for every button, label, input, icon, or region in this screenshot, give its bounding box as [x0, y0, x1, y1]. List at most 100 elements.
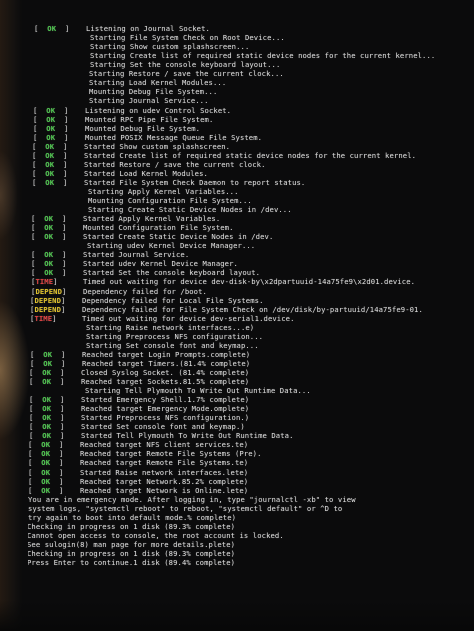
console-line: Starting udev Kernel Device Manager... [31, 241, 255, 250]
status-tag: OK [42, 395, 52, 405]
status-tag: TIME [35, 277, 54, 287]
console-line: [ OK ] Reached target Sockets.81.5% comp… [29, 377, 249, 386]
status-tag: DEPEND [34, 304, 62, 314]
status-badge: [ OK ] [28, 449, 68, 459]
status-tag: OK [44, 232, 54, 242]
console-line: [ OK ] Started Tell Plymouth To Write Ou… [29, 431, 294, 440]
status-badge: [ OK ] [30, 358, 70, 368]
console-line: [ OK ] Started Preprocess NFS configurat… [29, 413, 249, 422]
status-badge: [ OK ] [31, 259, 71, 269]
console-message: Started Apply Kernel Variables. [83, 214, 221, 224]
status-tag: OK [42, 404, 52, 414]
status-badge: [ OK ] [28, 440, 68, 450]
console-message: Reached target Login Prompts.complete) [82, 349, 251, 359]
console-line: [ OK ] Reached target Remote File System… [28, 449, 262, 458]
status-tag: TIME [34, 313, 53, 323]
console-message: Mounted Configuration File System. [83, 223, 234, 233]
console-line: Starting Journal Service... [33, 96, 209, 105]
console-line: [ OK ] Mounted Configuration File System… [31, 223, 234, 232]
console-line: [ OK ] Reached target NFS client service… [28, 440, 248, 449]
console-line: Starting Tell Plymouth To Write Out Runt… [29, 386, 311, 395]
console-line: Starting Apply Kernel Variables... [32, 187, 239, 196]
console-message: Mounted RPC Pipe File System. [85, 114, 214, 124]
status-tag: OK [46, 105, 56, 115]
console-message: Started Journal Service. [83, 250, 190, 260]
console-message: Reached target Emergency Mode.omplete) [81, 404, 250, 414]
status-tag: OK [44, 268, 54, 278]
console-message: Reached target NFS client services.te) [80, 440, 249, 450]
console-line: [ OK ] Started udev Kernel Device Manage… [31, 259, 238, 268]
console-line: [DEPEND] Dependency failed for File Syst… [30, 305, 423, 314]
console-line: Mounting Configuration File System... [32, 196, 252, 205]
status-tag: OK [42, 367, 52, 377]
console-message: Starting Restore / save the current cloc… [89, 69, 284, 79]
status-tag: OK [44, 250, 54, 260]
status-tag: OK [43, 358, 53, 368]
console-line: Starting Restore / save the current cloc… [33, 69, 284, 78]
console-line: [ OK ] Reached target Network.85.2% comp… [28, 477, 248, 486]
console-line: [DEPEND] Dependency failed for Local Fil… [30, 296, 264, 305]
console-message: Started Create Static Device Nodes in /d… [83, 232, 274, 242]
console-line: [TIME] Timed out waiting for device dev-… [31, 277, 415, 286]
status-tag: OK [45, 150, 55, 160]
console-message: Starting Journal Service... [89, 96, 209, 106]
console-line: Starting Raise network interfaces...e) [30, 323, 254, 332]
console-message: Checking in progress on 1 disk (89.3% co… [28, 548, 236, 558]
console-line: try again to boot into default mode.% co… [28, 513, 236, 522]
status-tag: OK [41, 485, 51, 495]
status-badge: [DEPEND] [30, 295, 70, 305]
screen-bottom-shade [0, 600, 474, 631]
console-line: Starting Set the console keyboard layout… [34, 60, 280, 69]
console-line: [ OK ] Mounted RPC Pipe File System. [33, 115, 213, 124]
status-badge: [ OK ] [33, 123, 73, 133]
console-message: Starting Load Kernel Modules... [89, 78, 227, 88]
status-tag: OK [46, 123, 56, 133]
console-message: Dependency failed for /boot. [83, 286, 207, 296]
console-message: Dependency failed for Local File Systems… [82, 295, 264, 305]
console-message: Press Enter to continue.1 disk (89.4% co… [28, 558, 236, 567]
console-message: Started Create list of required static d… [84, 150, 417, 160]
console-line: [ OK ] Started Create Static Device Node… [31, 232, 273, 241]
status-badge: [ OK ] [29, 377, 69, 386]
boot-console[interactable]: [ OK ] Listening on Journal Socket. Start… [28, 24, 468, 604]
console-message: Mounting Debug File System... [89, 87, 218, 97]
status-badge: [ OK ] [33, 132, 73, 142]
status-badge: [ OK ] [28, 476, 68, 486]
console-message: Started Show custom splashscreen. [84, 141, 231, 151]
status-tag: OK [41, 476, 51, 486]
status-badge: [DEPEND] [30, 304, 70, 314]
status-badge: [TIME] [30, 313, 62, 323]
console-line: [ OK ] Closed Syslog Socket. (81.4% comp… [29, 368, 249, 377]
status-tag: OK [45, 177, 55, 187]
console-message: Started Emergency Shell.1.7% complete) [81, 395, 250, 405]
status-tag: OK [42, 431, 52, 441]
console-line: [TIME] Timed out waiting for device dev-… [30, 314, 295, 323]
console-line: [ OK ] Started Load Kernel Modules. [32, 169, 208, 178]
status-badge: [ OK ] [30, 349, 70, 359]
console-line: [ OK ] Reached target Remote File System… [28, 458, 248, 467]
console-line: Starting Load Kernel Modules... [33, 78, 226, 87]
status-tag: OK [41, 458, 51, 468]
status-tag: OK [45, 168, 55, 178]
status-tag: OK [43, 349, 53, 359]
status-tag: OK [41, 440, 51, 450]
console-message: You are in emergency mode. After logging… [28, 494, 356, 504]
console-line: [ OK ] Started Create list of required s… [32, 151, 416, 160]
console-message: Reached target Remote File Systems (Pre)… [80, 449, 262, 459]
console-line: system logs, "systemctl reboot" to reboo… [28, 504, 342, 513]
console-line: [DEPEND] Dependency failed for /boot. [31, 287, 207, 296]
console-line: [ OK ] Started Raise network interfaces.… [28, 468, 248, 477]
console-message: Starting Create list of required static … [90, 51, 436, 61]
console-message: Timed out waiting for device dev-disk-by… [83, 277, 416, 287]
console-message: Starting Create Static Device Nodes in /… [88, 205, 292, 214]
status-badge: [ OK ] [29, 404, 69, 414]
console-message: Mounting Configuration File System... [88, 196, 252, 205]
console-message: Checking in progress on 1 disk (89.3% co… [28, 521, 236, 531]
console-message: Listening on Journal Socket. [86, 24, 210, 33]
console-message: Started File System Check Daemon to repo… [84, 177, 306, 187]
console-message: Starting Apply Kernel Variables... [88, 186, 239, 196]
console-line: [ OK ] Listening on udev Control Socket. [33, 106, 231, 115]
status-badge: [ OK ] [29, 413, 69, 423]
console-message: Mounted POSIX Message Queue File System. [85, 132, 263, 142]
console-line: Starting Preprocess NFS configuration... [30, 332, 263, 341]
